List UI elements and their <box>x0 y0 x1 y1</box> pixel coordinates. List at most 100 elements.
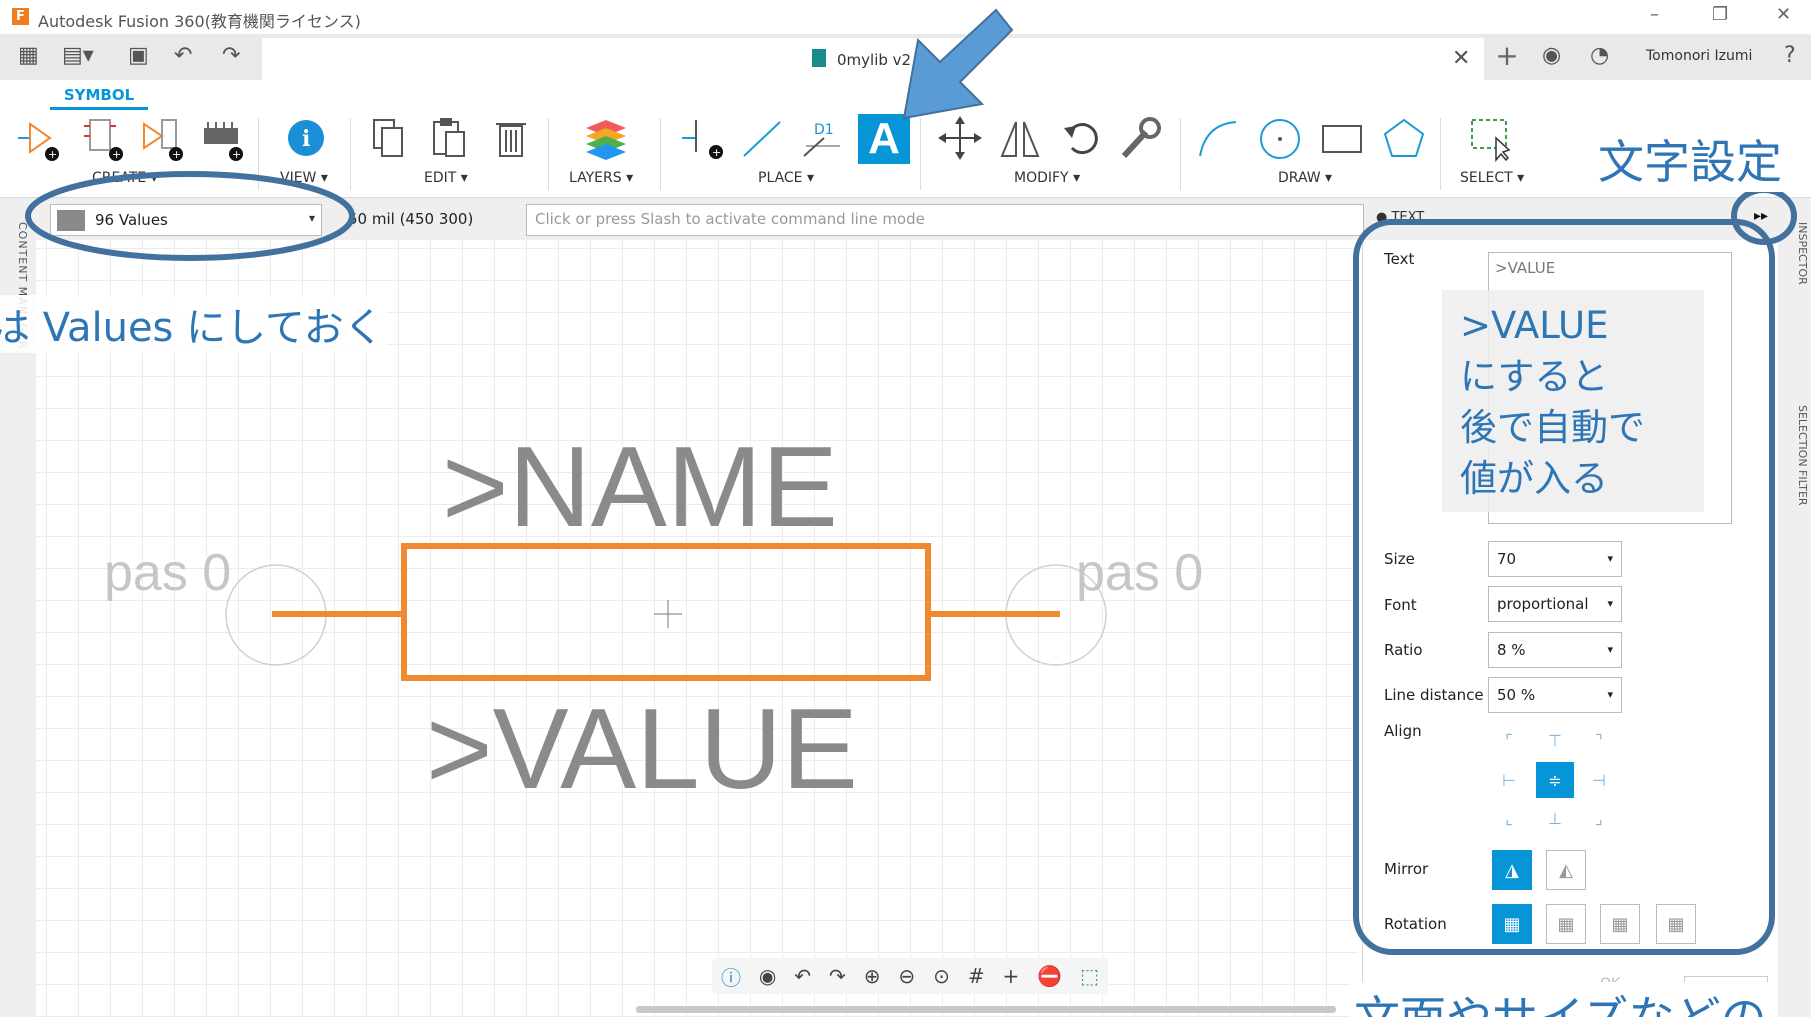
chevron-down-icon: ▾ <box>1607 552 1613 565</box>
document-tab[interactable]: 0mylib v2 ✕ <box>262 38 1484 80</box>
zoom-out-icon[interactable]: ⊖ <box>898 964 915 988</box>
line-distance-dropdown[interactable]: 50 % ▾ <box>1488 677 1622 713</box>
group-create-label[interactable]: CREATE ▾ <box>92 170 158 186</box>
library-icon <box>812 49 826 67</box>
add-symbol-icon[interactable]: + <box>80 116 124 162</box>
rotation-label: Rotation <box>1384 915 1447 933</box>
new-tab-button[interactable]: + <box>1490 40 1524 74</box>
name-text-label[interactable]: >NAME <box>442 424 838 551</box>
rotation-270-button[interactable]: ▦ <box>1656 904 1696 944</box>
selection-filter-tab[interactable]: SELECTION FILTER <box>1796 405 1809 506</box>
annotation-values-note: は Values にしておく <box>0 295 388 353</box>
expand-panel-button[interactable]: ▸▸ <box>1754 208 1768 224</box>
grid-icon[interactable]: # <box>968 964 985 988</box>
align-center-button[interactable]: ≑ <box>1536 762 1574 798</box>
horizontal-scrollbar[interactable] <box>636 1006 1336 1013</box>
command-line-input[interactable]: Click or press Slash to activate command… <box>526 204 1364 236</box>
add-gate-icon[interactable]: + <box>140 116 184 162</box>
paste-icon[interactable] <box>428 116 472 162</box>
align-top-right-button[interactable]: ⌝ <box>1580 722 1618 758</box>
close-tab-button[interactable]: ✕ <box>1452 46 1470 71</box>
place-pin-icon[interactable]: + <box>680 116 724 162</box>
group-draw-label[interactable]: DRAW ▾ <box>1278 170 1332 186</box>
minimize-button[interactable]: – <box>1650 4 1659 25</box>
align-top-center-button[interactable]: ⊤ <box>1536 722 1574 758</box>
redo-icon[interactable]: ↷ <box>222 42 240 70</box>
name-value-icon[interactable]: D1 <box>800 116 844 162</box>
app-grid-icon[interactable]: ▦ <box>18 42 39 70</box>
user-account[interactable]: Tomonori Izumi <box>1646 48 1752 64</box>
align-label: Align <box>1384 722 1422 740</box>
align-center-left-button[interactable]: ⊢ <box>1490 762 1528 798</box>
delete-icon[interactable] <box>490 116 534 162</box>
chevron-down-icon: ▾ <box>1607 643 1613 656</box>
size-dropdown[interactable]: 70 ▾ <box>1488 541 1622 577</box>
command-bar: 96 Values ▾ 50 mil (450 300) Click or pr… <box>0 198 1811 240</box>
annotation-value-hint: >VALUE にすると 後で自動で 値が入る <box>1442 290 1704 512</box>
rotation-90-button[interactable]: ▦ <box>1546 904 1586 944</box>
save-icon[interactable]: ▣ <box>128 42 149 70</box>
align-bottom-center-button[interactable]: ⊥ <box>1536 800 1574 836</box>
undo-icon[interactable]: ↶ <box>794 964 811 988</box>
arc-icon[interactable] <box>1196 116 1240 162</box>
job-status-icon[interactable]: ◉ <box>1542 42 1561 70</box>
ratio-dropdown[interactable]: 8 % ▾ <box>1488 632 1622 668</box>
zoom-in-icon[interactable]: ⊕ <box>864 964 881 988</box>
separator <box>1440 118 1441 190</box>
layer-dropdown[interactable]: 96 Values ▾ <box>50 204 322 236</box>
info-icon[interactable]: i <box>284 116 328 162</box>
resistor-body[interactable] <box>401 543 931 681</box>
select-window-icon[interactable] <box>1468 116 1512 162</box>
mirror-on-button[interactable]: ◭ <box>1546 850 1586 890</box>
chevron-down-icon: ▾ <box>1607 597 1613 610</box>
svg-text:i: i <box>302 126 310 152</box>
mirror-off-button[interactable]: ◮ <box>1492 850 1532 890</box>
help-icon[interactable]: ? <box>1784 42 1796 70</box>
layers-icon[interactable] <box>584 116 628 162</box>
group-select-label[interactable]: SELECT ▾ <box>1460 170 1524 186</box>
group-layers-label[interactable]: LAYERS ▾ <box>569 170 633 186</box>
polygon-icon[interactable] <box>1382 116 1426 162</box>
align-bottom-left-button[interactable]: ⌞ <box>1490 800 1528 836</box>
redo-icon[interactable]: ↷ <box>829 964 846 988</box>
align-bottom-right-button[interactable]: ⌟ <box>1580 800 1618 836</box>
info-icon[interactable]: ⓘ <box>721 962 741 991</box>
pin-right-label: pas 0 <box>1076 544 1203 602</box>
value-text-label[interactable]: >VALUE <box>426 686 858 813</box>
separator <box>350 118 351 190</box>
rotate-icon[interactable] <box>1060 116 1104 162</box>
undo-icon[interactable]: ↶ <box>174 42 192 70</box>
group-modify-label[interactable]: MODIFY ▾ <box>1014 170 1080 186</box>
mirror-icon[interactable] <box>998 116 1042 162</box>
align-center-right-button[interactable]: ⊣ <box>1580 762 1618 798</box>
font-dropdown[interactable]: proportional ▾ <box>1488 586 1622 622</box>
line-icon[interactable] <box>740 116 784 162</box>
copy-icon[interactable] <box>368 116 412 162</box>
clock-icon[interactable]: ◔ <box>1590 42 1609 70</box>
properties-wrench-icon[interactable] <box>1118 116 1162 162</box>
file-menu-icon[interactable]: ▤▾ <box>62 42 94 70</box>
rotation-0-button[interactable]: ▦ <box>1492 904 1532 944</box>
stop-icon[interactable]: ⛔ <box>1037 964 1062 988</box>
rectangle-icon[interactable] <box>1320 116 1364 162</box>
inspector-tab[interactable]: INSPECTOR <box>1796 222 1809 285</box>
rotation-180-button[interactable]: ▦ <box>1600 904 1640 944</box>
group-edit-label[interactable]: EDIT ▾ <box>424 170 468 186</box>
add-pin-icon[interactable]: + <box>16 116 60 162</box>
document-tab-bar: ▦ ▤▾ ▣ ↶ ↷ 0mylib v2 ✕ + ◉ ◔ Tomonori Iz… <box>0 34 1811 80</box>
restore-button[interactable]: ❐ <box>1712 4 1728 25</box>
move-icon[interactable] <box>938 116 982 162</box>
tab-symbol[interactable]: SYMBOL <box>50 86 148 110</box>
group-view-label[interactable]: VIEW ▾ <box>280 170 328 186</box>
add-package-icon[interactable]: + <box>200 116 244 162</box>
close-window-button[interactable]: ✕ <box>1776 4 1791 25</box>
align-top-left-button[interactable]: ⌜ <box>1490 722 1528 758</box>
group-place-label[interactable]: PLACE ▾ <box>758 170 814 186</box>
design-canvas[interactable]: >NAME >VALUE pas 0 pas 0 <box>36 240 1358 1017</box>
add-icon[interactable]: + <box>1003 964 1020 988</box>
zoom-fit-icon[interactable]: ⊙ <box>933 964 950 988</box>
text-tool-button[interactable]: A <box>858 114 910 164</box>
select-icon[interactable]: ⬚ <box>1080 964 1099 988</box>
eye-icon[interactable]: ◉ <box>759 964 776 988</box>
circle-icon[interactable] <box>1258 116 1302 162</box>
